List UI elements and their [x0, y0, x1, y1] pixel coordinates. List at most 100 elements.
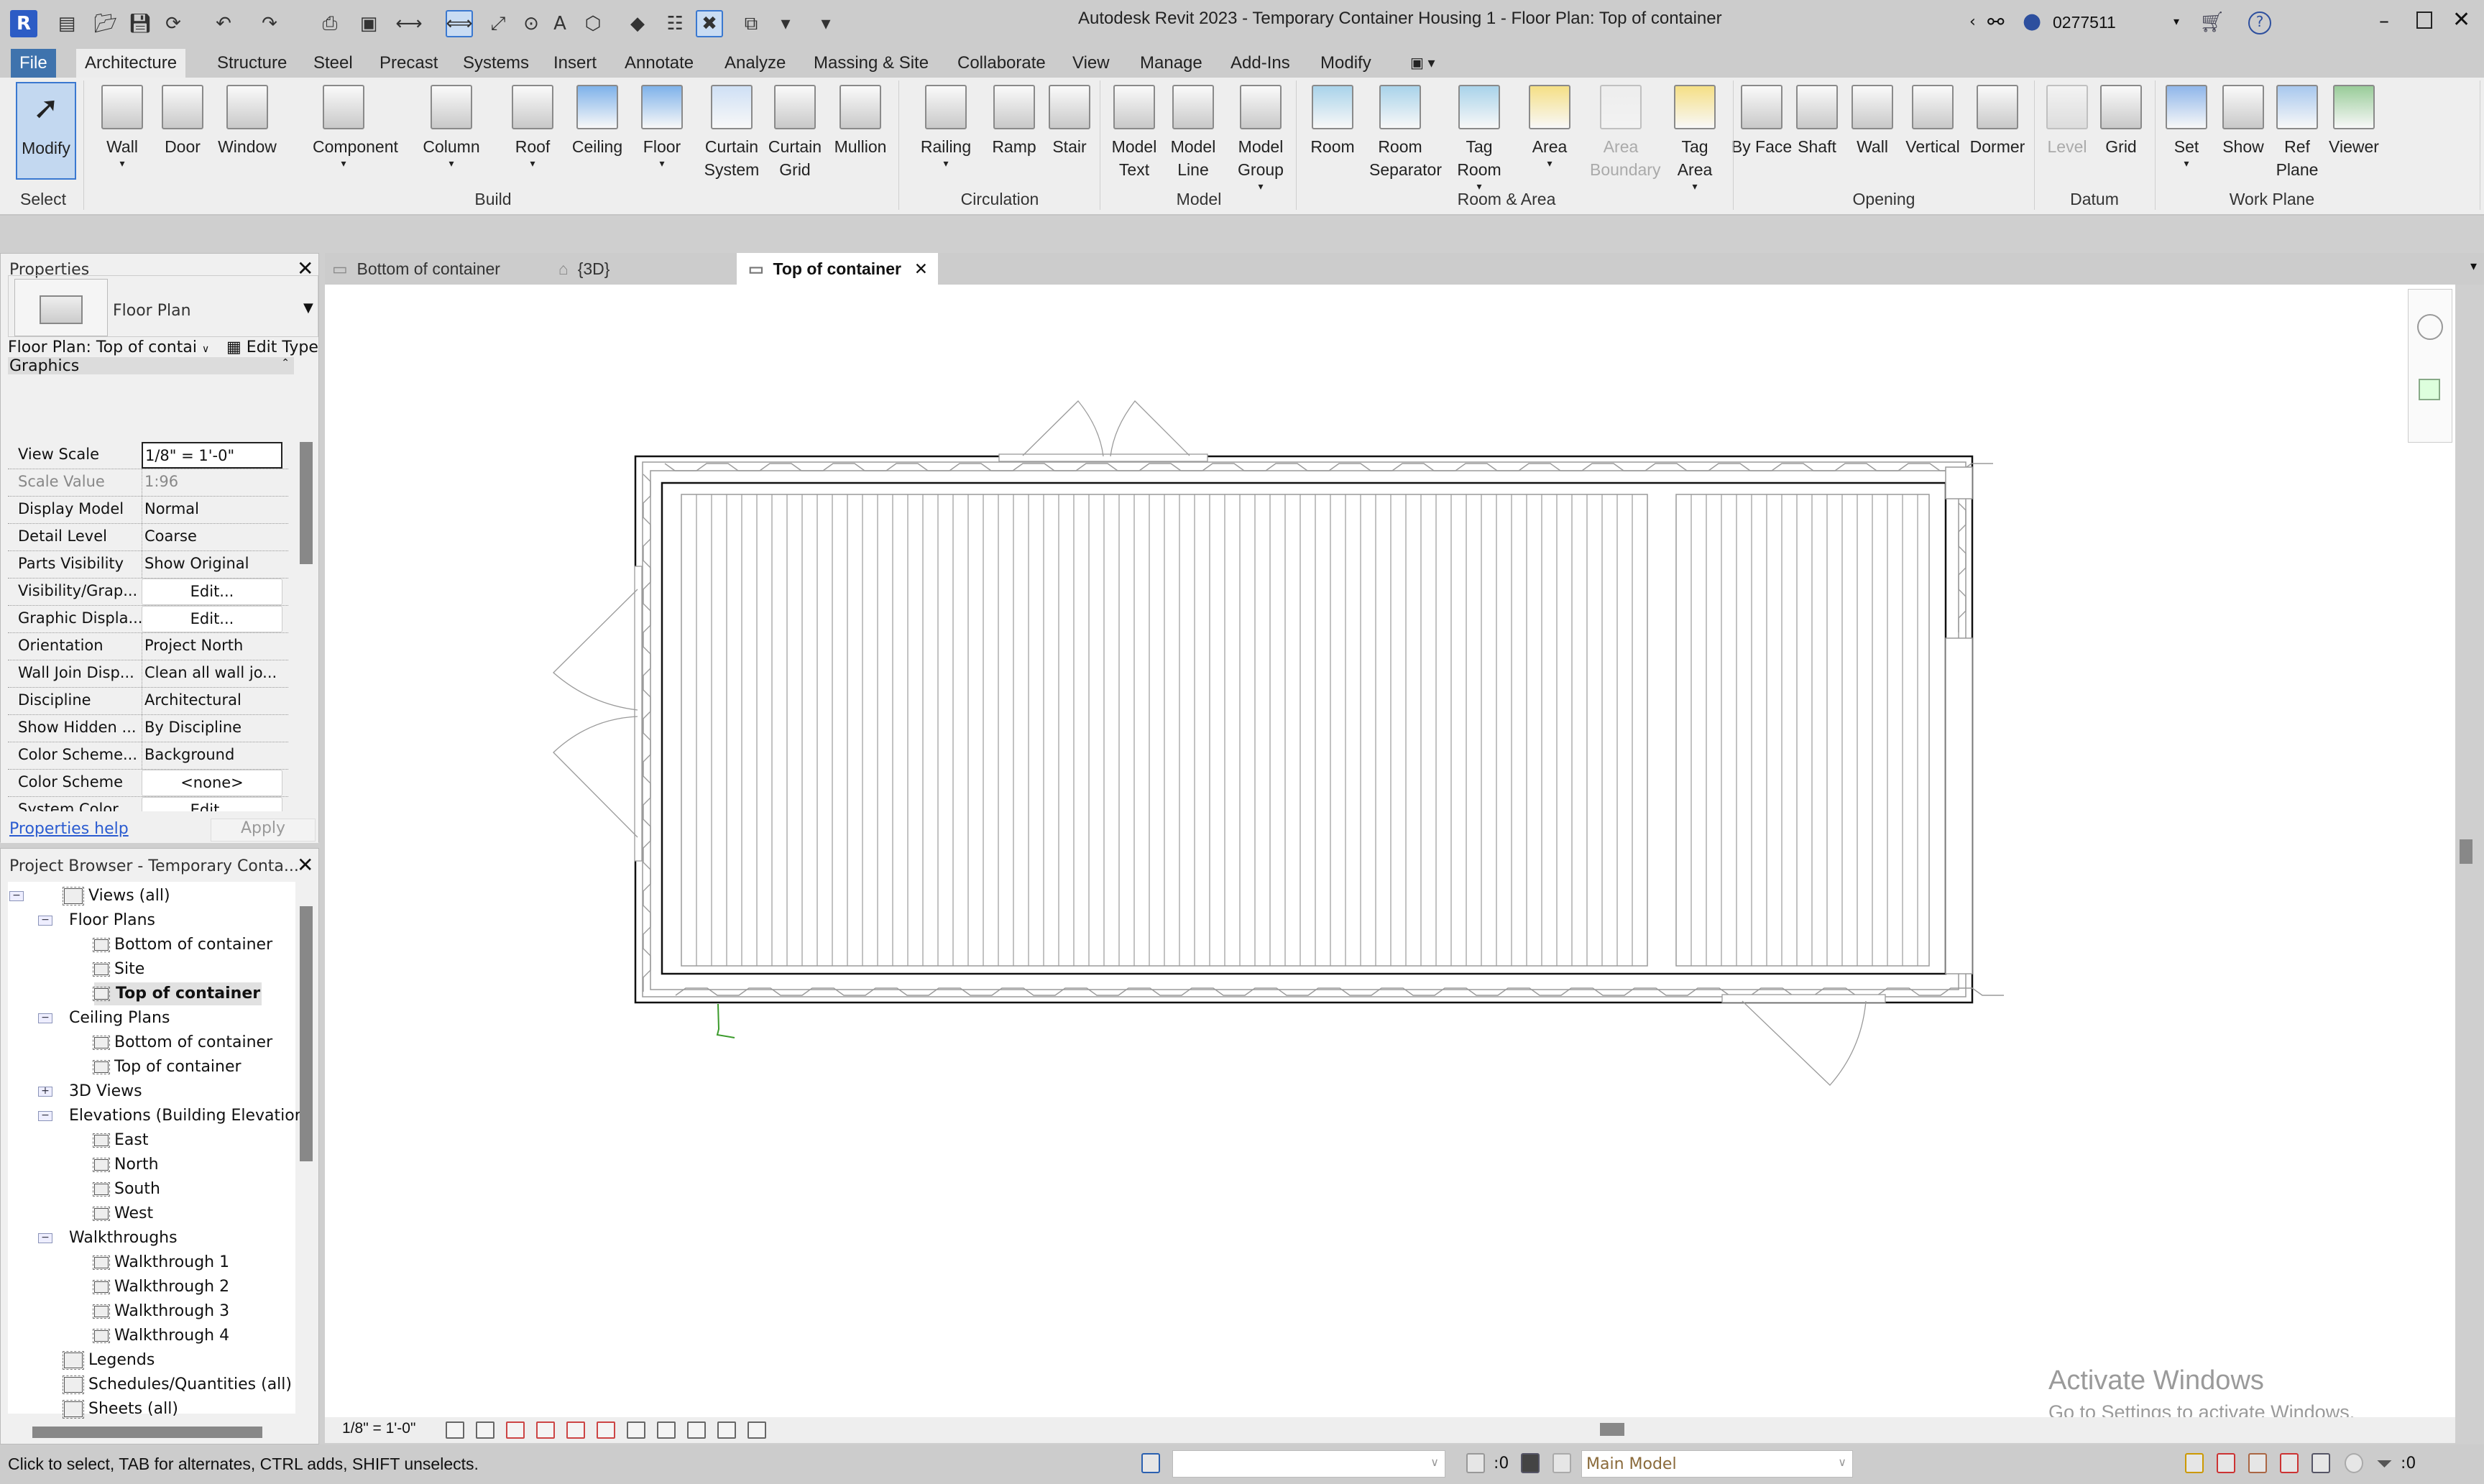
- exclude-options-icon[interactable]: [1552, 1453, 1571, 1473]
- 3d-view-icon[interactable]: ◆: [624, 10, 651, 37]
- browser-item[interactable]: Top of container: [93, 982, 262, 1005]
- type-selector[interactable]: Floor Plan ▼: [8, 275, 318, 337]
- property-value[interactable]: <none>: [142, 770, 282, 796]
- ribbon-tab-architecture[interactable]: Architecture: [76, 49, 186, 78]
- browser-vscrollbar[interactable]: [300, 906, 313, 1161]
- ribbon-button-ceiling[interactable]: Ceiling: [565, 82, 630, 158]
- expand-icon[interactable]: +: [38, 1086, 52, 1097]
- property-value[interactable]: Project North: [142, 633, 282, 660]
- panel-label-room-area[interactable]: Room & Area: [1458, 190, 1556, 209]
- steering-wheel-icon[interactable]: [2417, 314, 2443, 340]
- collapse-icon[interactable]: −: [38, 1232, 52, 1243]
- canvas-hscrollbar[interactable]: [1600, 1423, 1624, 1436]
- open-icon[interactable]: 💾︎: [126, 10, 154, 37]
- zoom-icon[interactable]: [2419, 379, 2440, 400]
- ribbon-tab-steel[interactable]: Steel: [305, 49, 362, 78]
- print-icon[interactable]: ▣: [355, 10, 382, 37]
- visual-style-icon[interactable]: [476, 1421, 494, 1439]
- property-value[interactable]: Background: [142, 742, 282, 769]
- aligned-dimension-icon[interactable]: ⟺: [446, 10, 473, 37]
- customize-icon[interactable]: ▾: [812, 10, 840, 37]
- binoculars-icon[interactable]: ⚯: [1987, 10, 2004, 34]
- revit-logo-icon[interactable]: R: [10, 10, 37, 37]
- temporary-view-properties-icon[interactable]: [717, 1421, 736, 1439]
- thin-lines-icon[interactable]: ✖: [696, 10, 723, 37]
- property-value[interactable]: Edit...: [142, 579, 282, 605]
- worksets-icon[interactable]: [1141, 1453, 1160, 1473]
- sun-path-icon[interactable]: [506, 1421, 525, 1439]
- panel-label-select[interactable]: Select: [20, 190, 66, 209]
- apply-button[interactable]: Apply: [211, 819, 316, 842]
- ribbon-tab-collaborate[interactable]: Collaborate: [949, 49, 1054, 78]
- ribbon-button-ref-plane[interactable]: Ref Plane: [2265, 82, 2329, 181]
- browser-item[interactable]: South: [93, 1178, 160, 1201]
- save-icon[interactable]: ⟳: [160, 10, 187, 37]
- browser-item[interactable]: Legends: [63, 1349, 155, 1372]
- view-tab-3d[interactable]: ⌂ {3D}: [558, 253, 610, 285]
- ribbon-button-stair[interactable]: Stair: [1037, 82, 1102, 158]
- properties-help-link[interactable]: Properties help: [9, 820, 129, 838]
- ribbon-tab-massing-site[interactable]: Massing & Site: [805, 49, 937, 78]
- ribbon-button-floor[interactable]: Floor ▾: [630, 82, 694, 168]
- browser-item[interactable]: Bottom of container: [93, 934, 272, 957]
- design-options-icon[interactable]: [1521, 1453, 1540, 1473]
- browser-item[interactable]: Walkthroughs: [69, 1227, 178, 1250]
- browser-item[interactable]: Elevations (Building Elevation: [69, 1105, 305, 1128]
- collapse-icon[interactable]: −: [38, 1110, 52, 1121]
- browser-item[interactable]: Ceiling Plans: [69, 1007, 170, 1030]
- property-value[interactable]: By Discipline: [142, 715, 282, 742]
- ribbon-tab-systems[interactable]: Systems: [454, 49, 538, 78]
- browser-hscrollbar[interactable]: [32, 1427, 262, 1438]
- measure-icon[interactable]: ⤢: [484, 10, 512, 37]
- ribbon-button-model-group[interactable]: Model Group ▾: [1228, 82, 1293, 191]
- ribbon-tab-manage[interactable]: Manage: [1131, 49, 1211, 78]
- property-value[interactable]: Normal: [142, 497, 282, 523]
- ribbon-tab-structure[interactable]: Structure: [208, 49, 295, 78]
- ribbon-button-model-line[interactable]: Model Line: [1161, 82, 1225, 181]
- undo-icon[interactable]: ↷: [256, 10, 283, 37]
- ribbon-button-column[interactable]: Column ▾: [419, 82, 484, 168]
- ribbon-button-tag-area[interactable]: Tag Area ▾: [1662, 82, 1727, 191]
- close-icon[interactable]: ✕: [297, 853, 313, 877]
- chevron-left-icon[interactable]: ‹: [1969, 13, 1976, 31]
- ribbon-tab-modify[interactable]: Modify: [1312, 49, 1380, 78]
- close-hidden-icon[interactable]: ⧉: [737, 10, 765, 37]
- maximize-button[interactable]: [2416, 11, 2432, 29]
- shadows-icon[interactable]: [536, 1421, 555, 1439]
- ribbon-button-curtain-system[interactable]: Curtain System: [699, 82, 764, 181]
- text-icon[interactable]: ⬡: [579, 10, 607, 37]
- ribbon-tab-file[interactable]: File: [11, 49, 56, 78]
- lock-3d-icon[interactable]: [687, 1421, 706, 1439]
- ribbon-tab-precast[interactable]: Precast: [371, 49, 446, 78]
- select-links-icon[interactable]: [2185, 1453, 2204, 1473]
- cart-icon[interactable]: 🛒︎: [2199, 10, 2225, 34]
- browser-item[interactable]: Floor Plans: [69, 909, 155, 932]
- ribbon-button-wall[interactable]: Wall ▾: [90, 82, 155, 168]
- switch-windows-icon[interactable]: ▾: [772, 10, 799, 37]
- select-pinned-icon[interactable]: [2248, 1453, 2267, 1473]
- browser-item[interactable]: 3D Views: [69, 1080, 142, 1103]
- close-tab-icon[interactable]: ✕: [914, 253, 928, 285]
- ribbon-tab-insert[interactable]: Insert: [545, 49, 605, 78]
- hide-analytical-icon[interactable]: [748, 1421, 766, 1439]
- ribbon-button-vertical[interactable]: Vertical: [1900, 82, 1965, 158]
- dropdown-arrow-icon[interactable]: ▼: [303, 300, 313, 315]
- property-value[interactable]: Clean all wall jo...: [142, 660, 282, 687]
- property-value[interactable]: Show Original: [142, 551, 282, 578]
- ribbon-button-railing[interactable]: Railing ▾: [914, 82, 978, 168]
- background-processes-icon[interactable]: [2345, 1453, 2363, 1473]
- browser-item[interactable]: West: [93, 1202, 153, 1225]
- app-menu-icon[interactable]: ▤: [53, 10, 80, 37]
- browser-item[interactable]: East: [93, 1129, 148, 1152]
- user-icon[interactable]: ●: [2023, 9, 2041, 34]
- ribbon-button-curtain-grid[interactable]: Curtain Grid: [763, 82, 827, 181]
- ribbon-button-mullion[interactable]: Mullion: [828, 82, 893, 158]
- view-tab-bottom-of-container[interactable]: ▭ Bottom of container: [332, 253, 500, 285]
- redo-icon[interactable]: ⎙: [316, 10, 344, 37]
- browser-item[interactable]: Top of container: [93, 1056, 242, 1079]
- browser-item[interactable]: Bottom of container: [93, 1031, 272, 1054]
- ribbon-button-room-separator[interactable]: Room Separator: [1368, 82, 1442, 181]
- filter-icon[interactable]: ⏷: [2376, 1452, 2392, 1476]
- view-scale[interactable]: 1/8" = 1'-0": [342, 1420, 415, 1437]
- ribbon-tab-annotate[interactable]: Annotate: [616, 49, 702, 78]
